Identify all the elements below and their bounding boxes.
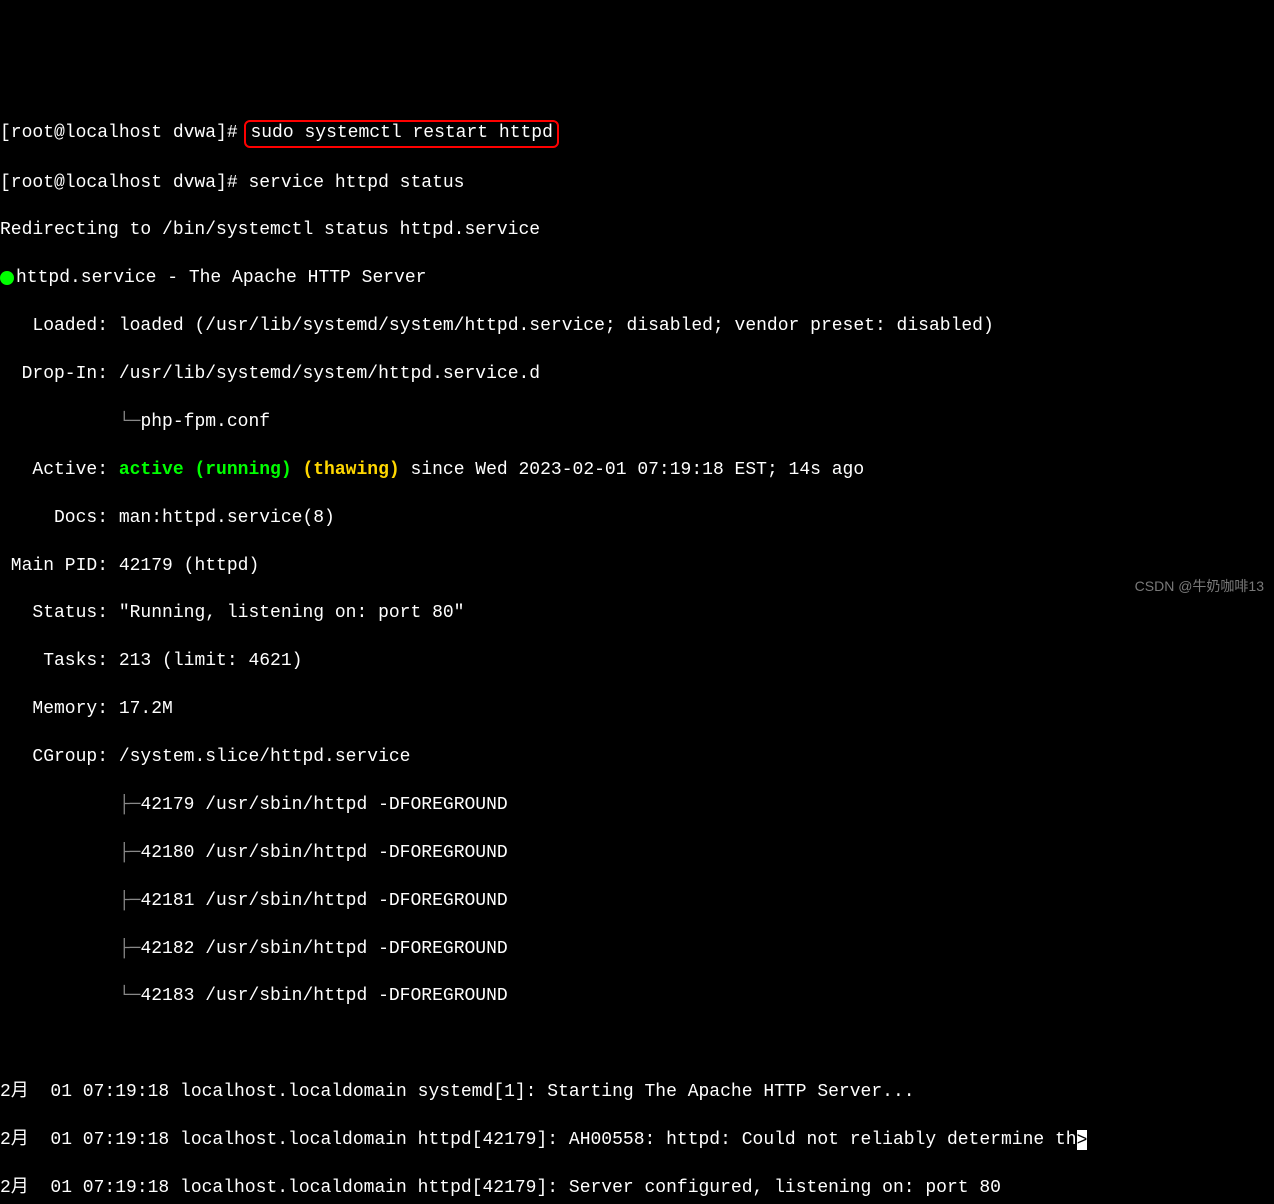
cgroup-process: 42179 /usr/sbin/httpd -DFOREGROUND bbox=[140, 795, 507, 815]
shell-prompt: [root@localhost dvwa]# bbox=[0, 173, 248, 193]
loaded-value: loaded (/usr/lib/systemd/system/httpd.se… bbox=[119, 316, 994, 336]
cgroup-process: 42181 /usr/sbin/httpd -DFOREGROUND bbox=[140, 891, 507, 911]
line-truncate-icon: > bbox=[1077, 1130, 1087, 1150]
blank-line bbox=[0, 1033, 1274, 1057]
memory-label: Memory: bbox=[0, 699, 119, 719]
tree-branch-icon: ├─ bbox=[0, 843, 140, 863]
memory-value: 17.2M bbox=[119, 699, 173, 719]
cgroup-label: CGroup: bbox=[0, 747, 119, 767]
tree-branch-icon: ├─ bbox=[0, 939, 140, 959]
mainpid-value: 42179 (httpd) bbox=[119, 556, 259, 576]
dropin-file: php-fpm.conf bbox=[140, 412, 270, 432]
dropin-label: Drop-In: bbox=[0, 364, 119, 384]
shell-prompt: [root@localhost dvwa]# bbox=[0, 123, 248, 143]
cgroup-process: 42182 /usr/sbin/httpd -DFOREGROUND bbox=[140, 939, 507, 959]
docs-label: Docs: bbox=[0, 508, 119, 528]
cgroup-value: /system.slice/httpd.service bbox=[119, 747, 411, 767]
terminal-output[interactable]: [root@localhost dvwa]# sudo systemctl re… bbox=[0, 96, 1274, 1204]
active-since: since Wed 2023-02-01 07:19:18 EST; 14s a… bbox=[400, 460, 864, 480]
active-thawing: (thawing) bbox=[292, 460, 400, 480]
command-text: service httpd status bbox=[248, 173, 464, 193]
tasks-value: 213 (limit: 4621) bbox=[119, 651, 303, 671]
log-line: 2月 01 07:19:18 localhost.localdomain sys… bbox=[0, 1081, 1274, 1105]
dropin-path: /usr/lib/systemd/system/httpd.service.d bbox=[119, 364, 540, 384]
tree-branch-icon: └─ bbox=[0, 986, 140, 1006]
service-title: httpd.service - The Apache HTTP Server bbox=[16, 268, 426, 288]
loaded-label: Loaded: bbox=[0, 316, 119, 336]
tree-branch-icon: ├─ bbox=[0, 891, 140, 911]
highlighted-command: sudo systemctl restart httpd bbox=[244, 120, 558, 148]
tree-branch-icon: └─ bbox=[0, 412, 140, 432]
redirect-line: Redirecting to /bin/systemctl status htt… bbox=[0, 219, 1274, 243]
log-line: 2月 01 07:19:18 localhost.localdomain htt… bbox=[0, 1130, 1077, 1150]
active-state: active (running) bbox=[119, 460, 292, 480]
watermark-text: CSDN @牛奶咖啡13 bbox=[1135, 577, 1264, 596]
mainpid-label: Main PID: bbox=[0, 556, 119, 576]
docs-value: man:httpd.service(8) bbox=[119, 508, 335, 528]
tree-branch-icon: ├─ bbox=[0, 795, 140, 815]
cgroup-process: 42183 /usr/sbin/httpd -DFOREGROUND bbox=[140, 986, 507, 1006]
cgroup-process: 42180 /usr/sbin/httpd -DFOREGROUND bbox=[140, 843, 507, 863]
status-value: "Running, listening on: port 80" bbox=[119, 603, 465, 623]
status-label: Status: bbox=[0, 603, 119, 623]
active-label: Active: bbox=[0, 460, 119, 480]
log-line: 2月 01 07:19:18 localhost.localdomain htt… bbox=[0, 1177, 1274, 1201]
status-dot-icon bbox=[0, 271, 14, 285]
tasks-label: Tasks: bbox=[0, 651, 119, 671]
